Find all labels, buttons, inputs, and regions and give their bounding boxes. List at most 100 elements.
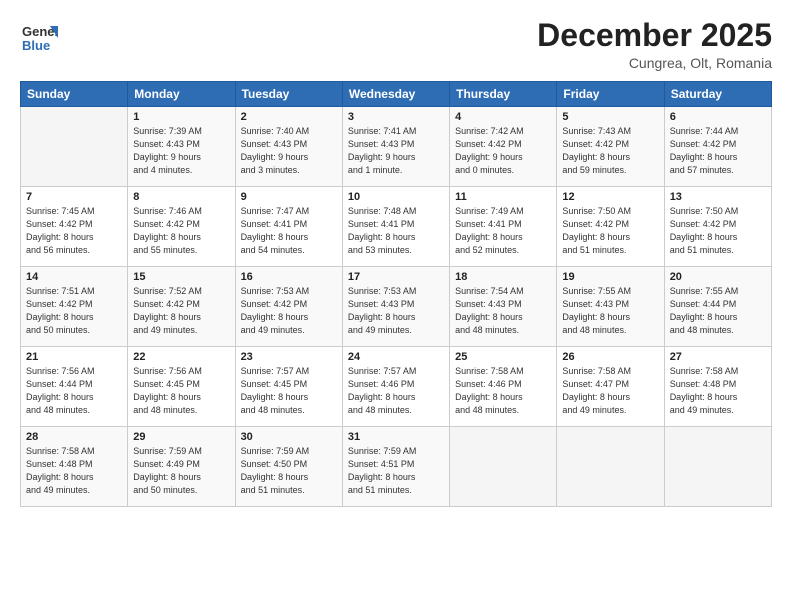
header-cell-sunday: Sunday	[21, 82, 128, 107]
cell-info: Sunrise: 7:46 AM Sunset: 4:42 PM Dayligh…	[133, 205, 229, 257]
day-number: 13	[670, 191, 766, 203]
calendar-cell: 13 Sunrise: 7:50 AM Sunset: 4:42 PM Dayli…	[664, 187, 771, 267]
calendar-cell: 6 Sunrise: 7:44 AM Sunset: 4:42 PM Daylig…	[664, 107, 771, 187]
calendar-cell: 27 Sunrise: 7:58 AM Sunset: 4:48 PM Dayli…	[664, 347, 771, 427]
calendar-cell: 1 Sunrise: 7:39 AM Sunset: 4:43 PM Daylig…	[128, 107, 235, 187]
calendar-cell: 17 Sunrise: 7:53 AM Sunset: 4:43 PM Dayli…	[342, 267, 449, 347]
cell-info: Sunrise: 7:50 AM Sunset: 4:42 PM Dayligh…	[670, 205, 766, 257]
day-number: 4	[455, 111, 551, 123]
day-number: 21	[26, 351, 122, 363]
day-number: 30	[241, 431, 337, 443]
cell-info: Sunrise: 7:44 AM Sunset: 4:42 PM Dayligh…	[670, 125, 766, 177]
calendar-cell: 8 Sunrise: 7:46 AM Sunset: 4:42 PM Daylig…	[128, 187, 235, 267]
week-row-1: 1 Sunrise: 7:39 AM Sunset: 4:43 PM Daylig…	[21, 107, 772, 187]
calendar-cell: 29 Sunrise: 7:59 AM Sunset: 4:49 PM Dayli…	[128, 427, 235, 507]
day-number: 12	[562, 191, 658, 203]
day-number: 14	[26, 271, 122, 283]
cell-info: Sunrise: 7:39 AM Sunset: 4:43 PM Dayligh…	[133, 125, 229, 177]
calendar-cell: 3 Sunrise: 7:41 AM Sunset: 4:43 PM Daylig…	[342, 107, 449, 187]
calendar-cell	[664, 427, 771, 507]
week-row-3: 14 Sunrise: 7:51 AM Sunset: 4:42 PM Dayli…	[21, 267, 772, 347]
day-number: 29	[133, 431, 229, 443]
cell-info: Sunrise: 7:54 AM Sunset: 4:43 PM Dayligh…	[455, 285, 551, 337]
calendar-cell: 4 Sunrise: 7:42 AM Sunset: 4:42 PM Daylig…	[450, 107, 557, 187]
cell-info: Sunrise: 7:49 AM Sunset: 4:41 PM Dayligh…	[455, 205, 551, 257]
calendar-cell: 15 Sunrise: 7:52 AM Sunset: 4:42 PM Dayli…	[128, 267, 235, 347]
cell-info: Sunrise: 7:59 AM Sunset: 4:49 PM Dayligh…	[133, 445, 229, 497]
header-cell-friday: Friday	[557, 82, 664, 107]
calendar-cell: 14 Sunrise: 7:51 AM Sunset: 4:42 PM Dayli…	[21, 267, 128, 347]
day-number: 3	[348, 111, 444, 123]
calendar-cell: 31Sunrise: 7:59 AM Sunset: 4:51 PM Dayli…	[342, 427, 449, 507]
cell-info: Sunrise: 7:41 AM Sunset: 4:43 PM Dayligh…	[348, 125, 444, 177]
day-number: 28	[26, 431, 122, 443]
day-number: 5	[562, 111, 658, 123]
cell-info: Sunrise: 7:58 AM Sunset: 4:48 PM Dayligh…	[26, 445, 122, 497]
calendar-cell: 18 Sunrise: 7:54 AM Sunset: 4:43 PM Dayli…	[450, 267, 557, 347]
day-number: 20	[670, 271, 766, 283]
cell-info: Sunrise: 7:57 AM Sunset: 4:46 PM Dayligh…	[348, 365, 444, 417]
calendar-cell: 9 Sunrise: 7:47 AM Sunset: 4:41 PM Daylig…	[235, 187, 342, 267]
cell-info: Sunrise: 7:53 AM Sunset: 4:42 PM Dayligh…	[241, 285, 337, 337]
calendar-cell	[557, 427, 664, 507]
calendar-table: SundayMondayTuesdayWednesdayThursdayFrid…	[20, 81, 772, 507]
day-number: 27	[670, 351, 766, 363]
month-title: December 2025	[537, 18, 772, 53]
calendar-cell: 24 Sunrise: 7:57 AM Sunset: 4:46 PM Dayli…	[342, 347, 449, 427]
cell-info: Sunrise: 7:53 AM Sunset: 4:43 PM Dayligh…	[348, 285, 444, 337]
day-number: 6	[670, 111, 766, 123]
location: Cungrea, Olt, Romania	[537, 55, 772, 71]
day-number: 23	[241, 351, 337, 363]
cell-info: Sunrise: 7:45 AM Sunset: 4:42 PM Dayligh…	[26, 205, 122, 257]
calendar-cell: 7Sunrise: 7:45 AM Sunset: 4:42 PM Daylig…	[21, 187, 128, 267]
day-number: 19	[562, 271, 658, 283]
cell-info: Sunrise: 7:59 AM Sunset: 4:50 PM Dayligh…	[241, 445, 337, 497]
header-row: SundayMondayTuesdayWednesdayThursdayFrid…	[21, 82, 772, 107]
day-number: 26	[562, 351, 658, 363]
cell-info: Sunrise: 7:52 AM Sunset: 4:42 PM Dayligh…	[133, 285, 229, 337]
day-number: 25	[455, 351, 551, 363]
day-number: 11	[455, 191, 551, 203]
cell-info: Sunrise: 7:55 AM Sunset: 4:44 PM Dayligh…	[670, 285, 766, 337]
calendar-cell: 16 Sunrise: 7:53 AM Sunset: 4:42 PM Dayli…	[235, 267, 342, 347]
calendar-cell	[450, 427, 557, 507]
cell-info: Sunrise: 7:56 AM Sunset: 4:44 PM Dayligh…	[26, 365, 122, 417]
calendar-cell: 25Sunrise: 7:58 AM Sunset: 4:46 PM Dayli…	[450, 347, 557, 427]
week-row-2: 7Sunrise: 7:45 AM Sunset: 4:42 PM Daylig…	[21, 187, 772, 267]
logo-icon: General Blue	[20, 18, 58, 56]
header-cell-monday: Monday	[128, 82, 235, 107]
cell-info: Sunrise: 7:56 AM Sunset: 4:45 PM Dayligh…	[133, 365, 229, 417]
cell-info: Sunrise: 7:51 AM Sunset: 4:42 PM Dayligh…	[26, 285, 122, 337]
header: General Blue December 2025 Cungrea, Olt,…	[20, 18, 772, 71]
day-number: 2	[241, 111, 337, 123]
day-number: 22	[133, 351, 229, 363]
day-number: 10	[348, 191, 444, 203]
day-number: 15	[133, 271, 229, 283]
day-number: 16	[241, 271, 337, 283]
calendar-cell: 22 Sunrise: 7:56 AM Sunset: 4:45 PM Dayli…	[128, 347, 235, 427]
calendar-cell: 26Sunrise: 7:58 AM Sunset: 4:47 PM Dayli…	[557, 347, 664, 427]
logo: General Blue	[20, 18, 58, 61]
day-number: 24	[348, 351, 444, 363]
calendar-cell: 10Sunrise: 7:48 AM Sunset: 4:41 PM Dayli…	[342, 187, 449, 267]
calendar-cell: 2Sunrise: 7:40 AM Sunset: 4:43 PM Daylig…	[235, 107, 342, 187]
calendar-cell: 21 Sunrise: 7:56 AM Sunset: 4:44 PM Dayli…	[21, 347, 128, 427]
day-number: 18	[455, 271, 551, 283]
day-number: 1	[133, 111, 229, 123]
cell-info: Sunrise: 7:42 AM Sunset: 4:42 PM Dayligh…	[455, 125, 551, 177]
day-number: 17	[348, 271, 444, 283]
day-number: 8	[133, 191, 229, 203]
week-row-4: 21 Sunrise: 7:56 AM Sunset: 4:44 PM Dayli…	[21, 347, 772, 427]
header-cell-tuesday: Tuesday	[235, 82, 342, 107]
calendar-cell: 23Sunrise: 7:57 AM Sunset: 4:45 PM Dayli…	[235, 347, 342, 427]
cell-info: Sunrise: 7:50 AM Sunset: 4:42 PM Dayligh…	[562, 205, 658, 257]
calendar-cell: 20 Sunrise: 7:55 AM Sunset: 4:44 PM Dayli…	[664, 267, 771, 347]
calendar-cell	[21, 107, 128, 187]
page: General Blue December 2025 Cungrea, Olt,…	[0, 0, 792, 612]
cell-info: Sunrise: 7:58 AM Sunset: 4:48 PM Dayligh…	[670, 365, 766, 417]
day-number: 9	[241, 191, 337, 203]
cell-info: Sunrise: 7:43 AM Sunset: 4:42 PM Dayligh…	[562, 125, 658, 177]
cell-info: Sunrise: 7:47 AM Sunset: 4:41 PM Dayligh…	[241, 205, 337, 257]
calendar-cell: 5 Sunrise: 7:43 AM Sunset: 4:42 PM Daylig…	[557, 107, 664, 187]
calendar-cell: 28 Sunrise: 7:58 AM Sunset: 4:48 PM Dayli…	[21, 427, 128, 507]
